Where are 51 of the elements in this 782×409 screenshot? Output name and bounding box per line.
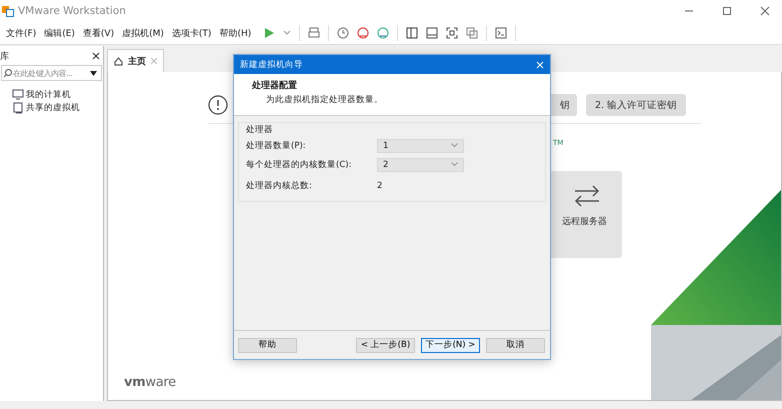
dialog-button[interactable]: 下一步(N) >	[421, 338, 480, 352]
dialog-title: 新建虚拟机向导	[240, 58, 303, 70]
home-icon	[114, 56, 123, 66]
menu-item[interactable]: 帮助(H)	[215, 26, 256, 40]
printer-icon[interactable]	[308, 27, 320, 39]
chevron-icon	[451, 143, 458, 148]
library-title: 库	[0, 50, 9, 62]
tree-item[interactable]: 共享的虚拟机	[26, 102, 80, 114]
console-icon[interactable]	[495, 27, 508, 39]
remote-server-card[interactable]: 远程服务器	[551, 171, 622, 258]
maximize-icon[interactable]	[722, 6, 732, 16]
menu-item[interactable]: 文件(F)	[2, 26, 40, 40]
search-icon	[3, 68, 12, 78]
license-button[interactable]: 钥	[551, 94, 577, 116]
vmware-logo: vmware	[124, 375, 176, 390]
shared-vm-icon	[12, 102, 24, 114]
menu-item[interactable]: 查看(V)	[78, 26, 118, 40]
dialog-button[interactable]: < 上一步(B)	[356, 338, 415, 352]
transfer-arrows-icon	[574, 185, 600, 207]
close-icon[interactable]	[92, 52, 100, 60]
menu-item[interactable]: 选项卡(T)	[168, 26, 216, 40]
dialog-button[interactable]: 取消	[486, 338, 545, 352]
manage-snapshot-icon[interactable]	[377, 27, 390, 39]
group-label: 处理器	[246, 124, 274, 136]
fullscreen-icon[interactable]	[446, 27, 458, 39]
tree-item[interactable]: 我的计算机	[26, 89, 71, 101]
license-button[interactable]: 2. 输入许可证密钥	[586, 94, 686, 116]
computer-icon	[12, 89, 24, 101]
menu-item[interactable]: 虚拟机(M)	[118, 26, 168, 40]
play-icon[interactable]	[263, 27, 276, 39]
bottom-panel-icon[interactable]	[426, 27, 438, 39]
step-heading: 处理器配置	[252, 79, 298, 92]
restore-snapshot-icon[interactable]	[357, 27, 370, 39]
sidebar-layout-icon[interactable]	[406, 27, 418, 39]
field-label: 处理器数量(P):	[246, 140, 307, 152]
dropdown-field[interactable]: 2	[377, 158, 464, 172]
field-label: 处理器内核总数:	[246, 180, 313, 192]
clock-icon[interactable]	[337, 27, 350, 39]
dropdown-caret-icon[interactable]	[90, 70, 97, 76]
core-total-value: 2	[377, 180, 382, 190]
alert-icon	[208, 95, 228, 115]
step-description: 为此虚拟机指定处理器数量。	[265, 94, 384, 106]
home-tab[interactable]: 主页	[107, 49, 164, 72]
chevron-icon	[451, 162, 458, 167]
field-label: 每个处理器的内核数量(C):	[246, 158, 352, 170]
unity-icon[interactable]	[466, 27, 478, 39]
dialog-button[interactable]: 帮助	[238, 338, 297, 352]
window-title: VMware Workstation	[18, 5, 127, 17]
close-icon[interactable]	[760, 6, 770, 16]
menu-item[interactable]: 编辑(E)	[40, 26, 79, 40]
dropdown-field[interactable]: 1	[377, 138, 464, 152]
